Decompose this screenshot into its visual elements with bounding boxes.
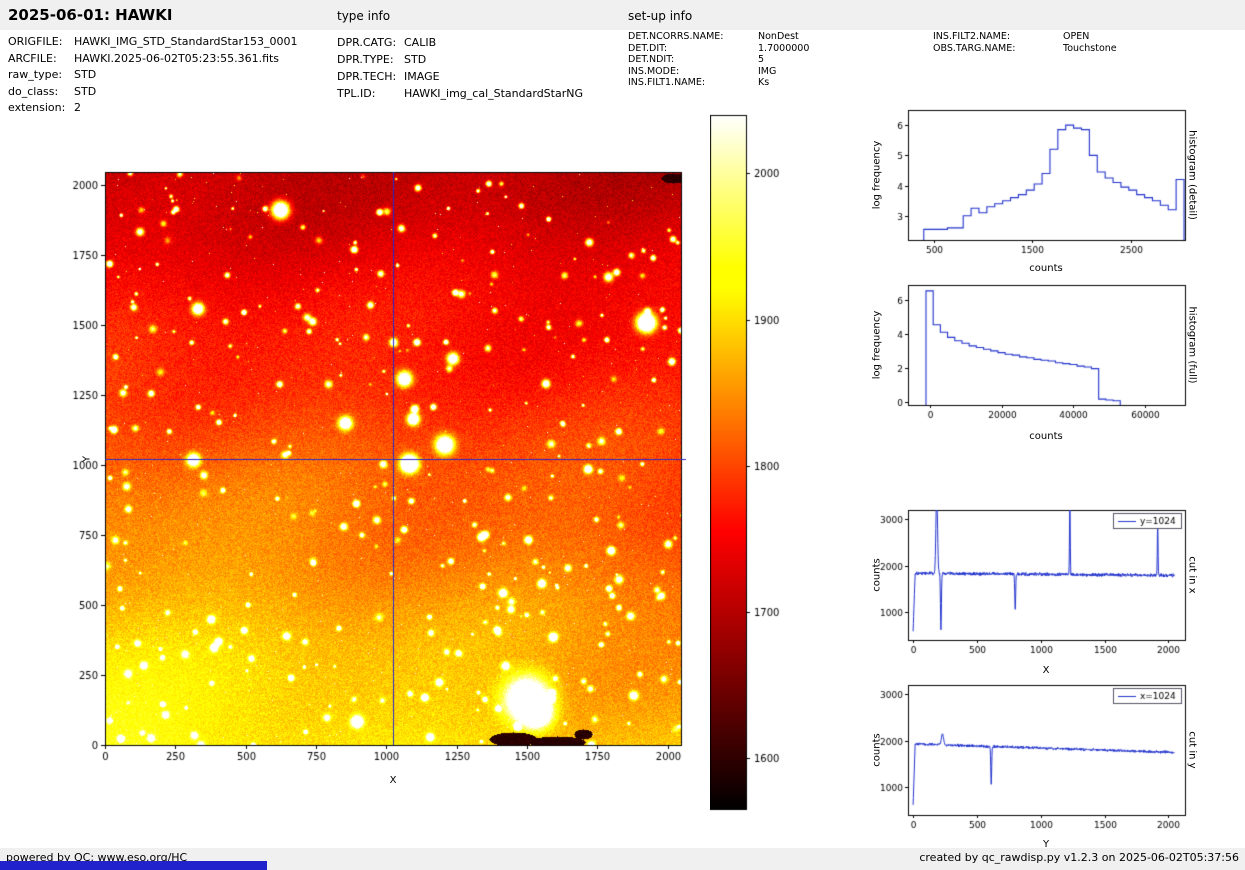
histogram-detail-plot: [860, 102, 1195, 272]
metadata-label: do_class:: [8, 84, 59, 98]
metadata-label: DET.DIT:: [628, 42, 668, 54]
metadata-label: DPR.CATG:: [337, 36, 397, 49]
type-info-block: DPR.CATG: CALIB DPR.TYPE: STD DPR.TECH: IMAGE…: [337, 34, 583, 102]
page-title: 2025-06-01: HAWKI: [8, 6, 173, 24]
metadata-value: OPEN: [1063, 31, 1090, 42]
metadata-value: 2: [74, 101, 81, 114]
footer-created-by: created by qc_rawdisp.py v1.2.3 on 2025-…: [919, 851, 1239, 864]
cut-in-y-plot: [860, 677, 1195, 847]
metadata-label: INS.FILT1.NAME:: [628, 77, 706, 88]
metadata-row: DET.DIT: 1.7000000: [628, 43, 809, 55]
metadata-value: HAWKI.2025-06-02T05:23:55.361.fits: [74, 51, 280, 65]
metadata-row: DPR.TECH: IMAGE: [337, 68, 583, 85]
type-info-heading: type info: [337, 9, 391, 23]
hist-full-y-label: log frequency: [871, 310, 883, 380]
hist-full-title: histogram (full): [1186, 306, 1198, 384]
metadata-label: DET.NCORRS.NAME:: [628, 31, 724, 42]
raw-image-plot: [60, 156, 710, 781]
metadata-value: STD: [74, 84, 97, 98]
metadata-value: IMAGE: [404, 70, 440, 83]
metadata-row: DET.NCORRS.NAME: NonDest: [628, 31, 809, 43]
metadata-label: DPR.TECH:: [337, 70, 397, 83]
metadata-row: DET.NDIT: 5: [628, 54, 809, 66]
file-metadata-block: ORIGFILE: HAWKI_IMG_STD_StandardStar153_0…: [8, 34, 298, 117]
metadata-label: DET.NDIT:: [628, 54, 675, 65]
hist-full-x-label: counts: [1029, 431, 1063, 442]
hist-detail-y-label: log frequency: [871, 140, 883, 210]
metadata-label: ARCFILE:: [8, 51, 57, 65]
setup-info-heading: set-up info: [628, 9, 693, 23]
footer-accent-bar: [0, 861, 267, 870]
cut-y-y-label: counts: [871, 733, 883, 767]
metadata-row: INS.FILT1.NAME: Ks: [628, 77, 809, 89]
metadata-row: TPL.ID: HAWKI_img_cal_StandardStarNG: [337, 85, 583, 102]
metadata-value: STD: [404, 53, 427, 66]
metadata-value: Touchstone: [1063, 42, 1117, 54]
metadata-label: DPR.TYPE:: [337, 53, 394, 66]
cut-x-y-label: counts: [871, 558, 883, 592]
hist-detail-title: histogram (detail): [1186, 130, 1198, 220]
metadata-row: DPR.CATG: CALIB: [337, 34, 583, 51]
metadata-value: 1.7000000: [758, 42, 810, 54]
metadata-row: raw_type: STD: [8, 67, 298, 84]
qc-report-page: 2025-06-01: HAWKI type info set-up info …: [0, 0, 1245, 870]
cut-x-title: cut in x: [1186, 556, 1198, 594]
main-y-axis-label: Y: [81, 455, 93, 463]
metadata-row: INS.FILT2.NAME: OPEN: [933, 31, 1117, 43]
main-x-axis-label: X: [389, 775, 397, 786]
metadata-label: INS.FILT2.NAME:: [933, 31, 1011, 42]
metadata-value: HAWKI_IMG_STD_StandardStar153_0001: [74, 35, 298, 48]
cut-in-x-plot: [860, 502, 1195, 672]
cut-y-title: cut in y: [1186, 731, 1198, 769]
metadata-value: 5: [758, 54, 765, 65]
colorbar: [710, 112, 785, 812]
setup-info-block: DET.NCORRS.NAME: NonDest DET.DIT: 1.7000000…: [628, 31, 809, 89]
metadata-label: TPL.ID:: [337, 87, 376, 100]
metadata-value: CALIB: [404, 36, 437, 49]
histogram-full-plot: [860, 277, 1195, 447]
metadata-row: extension: 2: [8, 100, 298, 117]
metadata-label: ORIGFILE:: [8, 35, 63, 48]
metadata-row: INS.MODE: IMG: [628, 66, 809, 78]
metadata-label: extension:: [8, 101, 66, 114]
metadata-row: ARCFILE: HAWKI.2025-06-02T05:23:55.361.fi…: [8, 51, 298, 68]
metadata-row: do_class: STD: [8, 84, 298, 101]
hist-detail-x-label: counts: [1029, 263, 1063, 274]
cut-x-x-label: X: [1042, 665, 1050, 676]
metadata-value: HAWKI_img_cal_StandardStarNG: [404, 87, 583, 100]
metadata-label: OBS.TARG.NAME:: [933, 42, 1016, 54]
metadata-value: STD: [74, 68, 97, 81]
metadata-value: Ks: [758, 77, 770, 88]
metadata-row: DPR.TYPE: STD: [337, 51, 583, 68]
setup-info-block-2: INS.FILT2.NAME: OPEN OBS.TARG.NAME: Touchst…: [933, 31, 1117, 54]
metadata-label: INS.MODE:: [628, 65, 680, 77]
metadata-label: raw_type:: [8, 68, 63, 81]
metadata-row: OBS.TARG.NAME: Touchstone: [933, 43, 1117, 55]
metadata-value: NonDest: [758, 31, 799, 42]
metadata-value: IMG: [758, 65, 777, 77]
metadata-row: ORIGFILE: HAWKI_IMG_STD_StandardStar153_0…: [8, 34, 298, 51]
header-bar: [0, 0, 1245, 30]
